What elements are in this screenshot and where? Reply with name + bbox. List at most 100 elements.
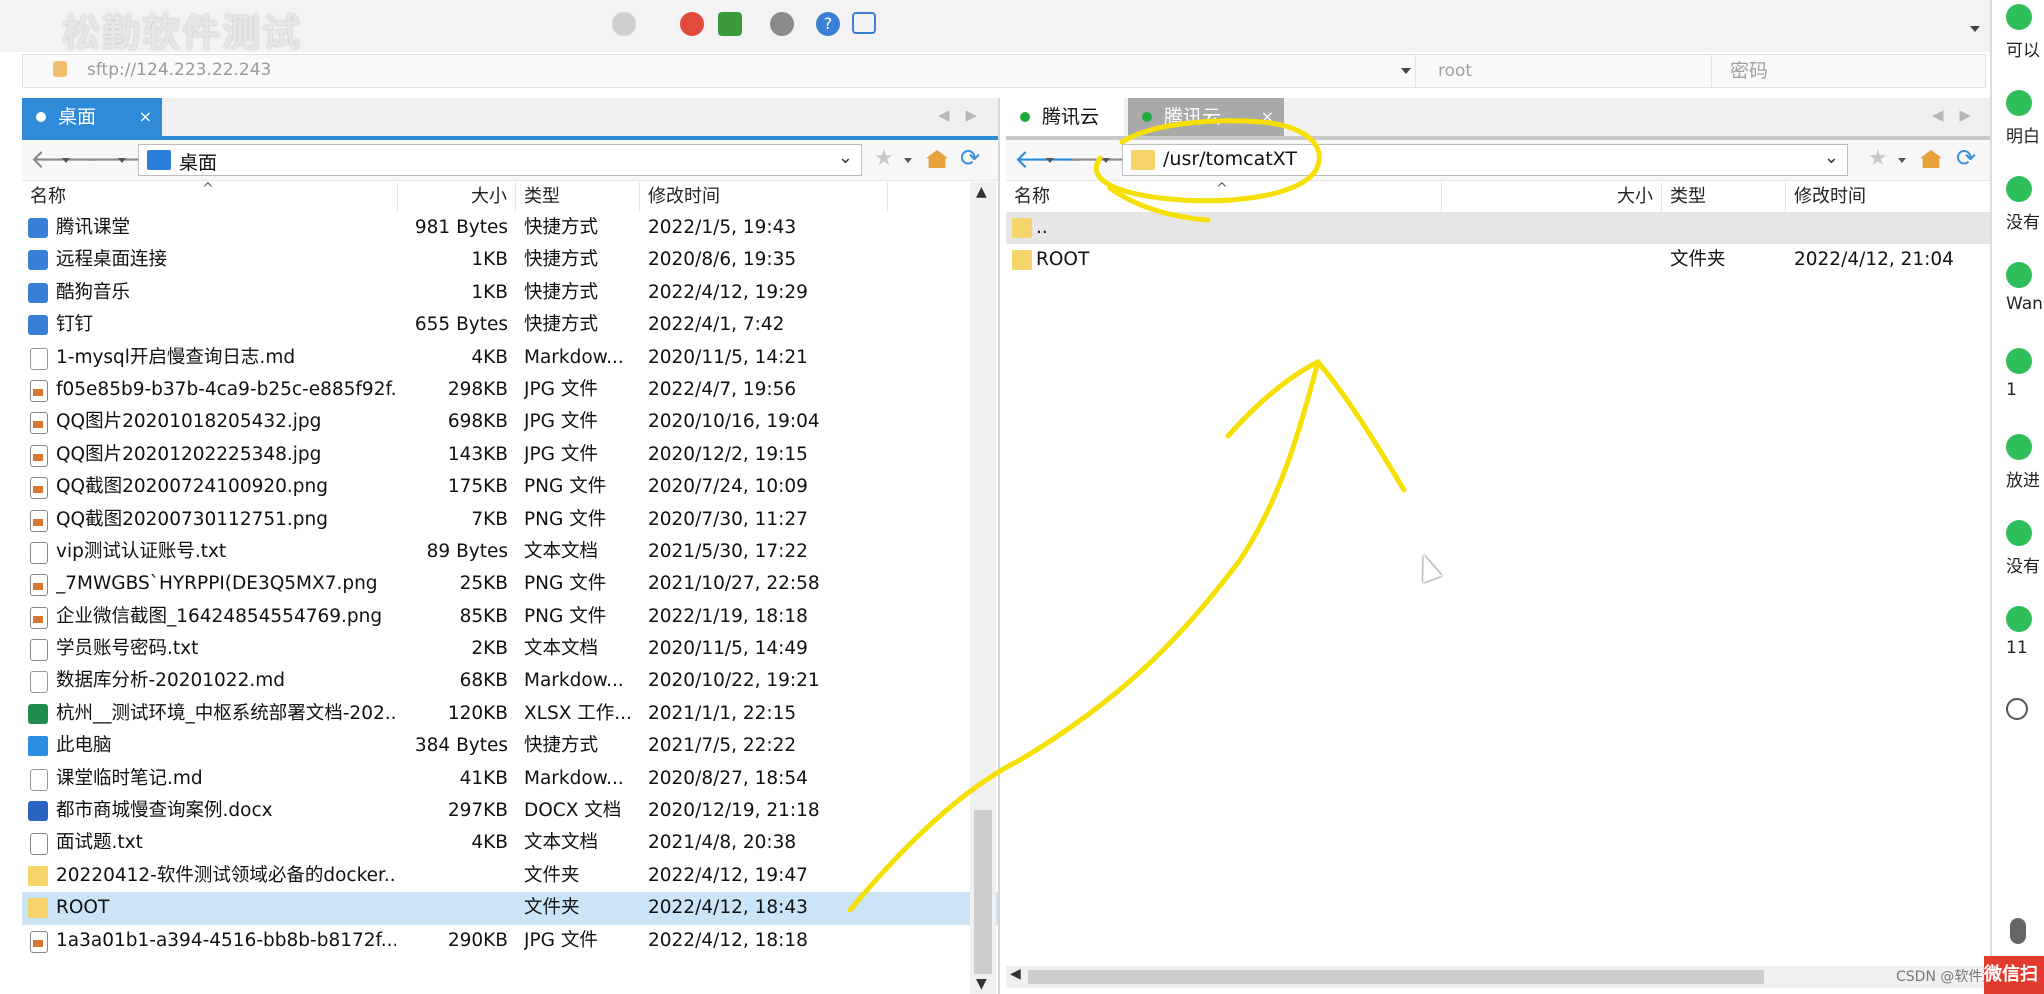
chevron-down-icon[interactable]: ⌄	[838, 147, 853, 168]
file-row[interactable]: 课堂临时笔记.md 41KB Markdow... 2020/8/27, 18:54	[22, 763, 998, 795]
file-size: 4KB	[471, 832, 508, 854]
file-row[interactable]: vip测试认证账号.txt 89 Bytes 文本文档 2021/5/30, 17:2…	[22, 536, 998, 568]
scroll-thumb[interactable]	[1028, 970, 1764, 984]
col-name[interactable]: 名称 ^	[22, 181, 398, 212]
col-type[interactable]: 类型	[516, 182, 640, 212]
settings-icon[interactable]	[770, 12, 794, 36]
file-row[interactable]: 学员账号密码.txt 2KB 文本文档 2020/11/5, 14:49	[22, 633, 998, 665]
tab-scroll-arrows[interactable]: ◀▶	[1932, 106, 1987, 124]
host-dropdown-icon[interactable]	[1401, 68, 1411, 74]
file-row[interactable]: QQ图片20201202225348.jpg 143KB JPG 文件 2020/12…	[22, 439, 998, 471]
scroll-left-icon[interactable]: ◀	[1010, 966, 1021, 982]
file-row[interactable]: ROOT 文件夹 2022/4/12, 18:43	[22, 892, 998, 925]
close-icon[interactable]: ×	[1261, 98, 1274, 136]
forward-dropdown-icon[interactable]	[118, 158, 126, 163]
folder-icon	[1012, 218, 1032, 238]
col-type[interactable]: 类型	[1662, 182, 1786, 212]
file-row[interactable]: QQ截图20200730112751.png 7KB PNG 文件 2020/7/30…	[22, 504, 998, 536]
file-type: Markdow...	[524, 346, 624, 368]
file-row[interactable]: _7MWGBS`HYRPPI(DE3Q5MX7.png 25KB PNG 文件 202…	[22, 568, 998, 600]
file-row[interactable]: 数据库分析-20201022.md 68KB Markdow... 2020/10/2…	[22, 665, 998, 697]
file-row[interactable]: ROOT 文件夹 2022/4/12, 21:04	[1006, 244, 1990, 276]
emoji-icon[interactable]	[2006, 698, 2028, 720]
file-row[interactable]: QQ截图20200724100920.png 175KB PNG 文件 2020/7/…	[22, 471, 998, 503]
tab-desktop[interactable]: 桌面 ×	[22, 98, 162, 136]
col-size[interactable]: 大小	[398, 182, 516, 212]
chat-icon[interactable]	[852, 12, 876, 34]
toolbar-more-icon[interactable]	[1970, 26, 1980, 32]
doc-file-icon	[30, 541, 48, 564]
refresh-icon[interactable]: ⟳	[1956, 144, 1976, 172]
chat-item[interactable]: 没有	[2006, 176, 2044, 233]
col-size[interactable]: 大小	[1442, 182, 1662, 212]
sync-icon[interactable]	[680, 12, 704, 36]
file-row[interactable]: 企业微信截图_16424854554769.png 85KB PNG 文件 2022/…	[22, 601, 998, 633]
tab-scroll-arrows[interactable]: ◀▶	[938, 106, 993, 124]
scroll-down-icon[interactable]: ▼	[976, 976, 987, 992]
chevron-down-icon[interactable]: ⌄	[1824, 147, 1839, 168]
home-icon[interactable]	[926, 150, 948, 168]
file-row[interactable]: 面试题.txt 4KB 文本文档 2021/4/8, 20:38	[22, 827, 998, 859]
local-vscrollbar[interactable]: ▲ ▼	[970, 182, 996, 994]
tab-remote-2[interactable]: 腾讯云 ×	[1128, 98, 1284, 136]
wechat-scan-badge[interactable]: 微信扫	[1984, 956, 2044, 994]
file-row[interactable]: 1-mysql开启慢查询日志.md 4KB Markdow... 2020/11/5,…	[22, 342, 998, 374]
transfer-icon[interactable]	[718, 12, 742, 36]
remote-hscrollbar[interactable]: ◀	[1006, 966, 1990, 988]
file-row[interactable]: f05e85b9-b37b-4ca9-b25c-e885f92f... 298KB…	[22, 374, 998, 406]
file-type: 文件夹	[1670, 249, 1726, 271]
file-row[interactable]: 钉钉 655 Bytes 快捷方式 2022/4/1, 7:42	[22, 309, 998, 341]
refresh-icon[interactable]: ⟳	[960, 144, 980, 172]
chat-item[interactable]: 11	[2006, 606, 2044, 658]
file-name: 20220412-软件测试领域必备的docker...	[56, 864, 396, 886]
col-modified[interactable]: 修改时间	[1786, 182, 1990, 212]
chat-item[interactable]: Wan	[2006, 262, 2044, 314]
bookmark-star-icon[interactable]: ★	[874, 146, 894, 171]
bookmark-star-icon[interactable]: ★	[1868, 146, 1888, 171]
remote-path-input[interactable]: /usr/tomcatXT ⌄	[1122, 144, 1848, 176]
file-type: 快捷方式	[524, 735, 599, 757]
file-row[interactable]: 此电脑 384 Bytes 快捷方式 2021/7/5, 22:22	[22, 730, 998, 762]
img-file-icon	[30, 379, 48, 402]
remote-pane: 腾讯云 腾讯云 × ◀▶ 🡐 🡒 /usr/tomcatXT ⌄ ★ ⟳ 名称 ^…	[1006, 98, 1990, 994]
file-type: PNG 文件	[524, 573, 607, 595]
password-input[interactable]: 密码	[1711, 55, 1985, 87]
chat-item[interactable]: 1	[2006, 348, 2044, 400]
bookmark-dropdown-icon[interactable]	[1898, 158, 1906, 163]
file-name: vip测试认证账号.txt	[56, 540, 227, 562]
chat-item[interactable]: 可以	[2006, 4, 2044, 61]
file-row[interactable]: 20220412-软件测试领域必备的docker... 文件夹 2022/4/12,…	[22, 860, 998, 892]
file-type: 文件夹	[524, 864, 580, 886]
bookmark-dropdown-icon[interactable]	[904, 158, 912, 163]
file-row[interactable]: ..	[1006, 212, 1990, 245]
host-input[interactable]: sftp://124.223.22.243	[87, 60, 271, 80]
help-icon[interactable]: ?	[816, 12, 840, 36]
file-name: 杭州__测试环境_中枢系统部署文档-202...	[56, 702, 396, 724]
back-dropdown-icon[interactable]	[1046, 158, 1054, 163]
col-name[interactable]: 名称 ^	[1006, 181, 1442, 212]
scroll-up-icon[interactable]: ▲	[976, 184, 987, 200]
scroll-thumb[interactable]	[974, 810, 992, 974]
file-row[interactable]: 1a3a01b1-a394-4516-bb8b-b8172f... 290KB JP…	[22, 925, 998, 957]
chat-item[interactable]: 放进	[2006, 434, 2044, 491]
file-row[interactable]: 腾讯课堂 981 Bytes 快捷方式 2022/1/5, 19:43	[22, 212, 998, 244]
file-row[interactable]: 远程桌面连接 1KB 快捷方式 2020/8/6, 19:35	[22, 244, 998, 276]
file-row[interactable]: 酷狗音乐 1KB 快捷方式 2022/4/12, 19:29	[22, 277, 998, 309]
file-row[interactable]: 都市商城慢查询案例.docx 297KB DOCX 文档 2020/12/19, 21…	[22, 795, 998, 827]
local-path-input[interactable]: 桌面 ⌄	[138, 144, 862, 176]
status-icon[interactable]	[612, 12, 636, 36]
forward-dropdown-icon[interactable]	[1102, 158, 1110, 163]
close-icon[interactable]: ×	[139, 98, 152, 136]
microphone-icon[interactable]	[2010, 918, 2026, 944]
back-dropdown-icon[interactable]	[62, 158, 70, 163]
local-file-list: 腾讯课堂 981 Bytes 快捷方式 2022/1/5, 19:43 远程桌面连接 1K…	[22, 212, 998, 957]
username-input[interactable]: root	[1415, 55, 1715, 87]
file-row[interactable]: QQ图片20201018205432.jpg 698KB JPG 文件 2020/10…	[22, 406, 998, 438]
tab-remote-1[interactable]: 腾讯云	[1006, 98, 1124, 136]
col-modified[interactable]: 修改时间	[640, 182, 888, 212]
home-icon[interactable]	[1920, 150, 1942, 168]
chat-item[interactable]: 没有	[2006, 520, 2044, 577]
chat-item[interactable]: 明白	[2006, 90, 2044, 147]
file-size: 85KB	[459, 605, 508, 627]
file-row[interactable]: 杭州__测试环境_中枢系统部署文档-202... 120KB XLSX 工作... 2…	[22, 698, 998, 730]
